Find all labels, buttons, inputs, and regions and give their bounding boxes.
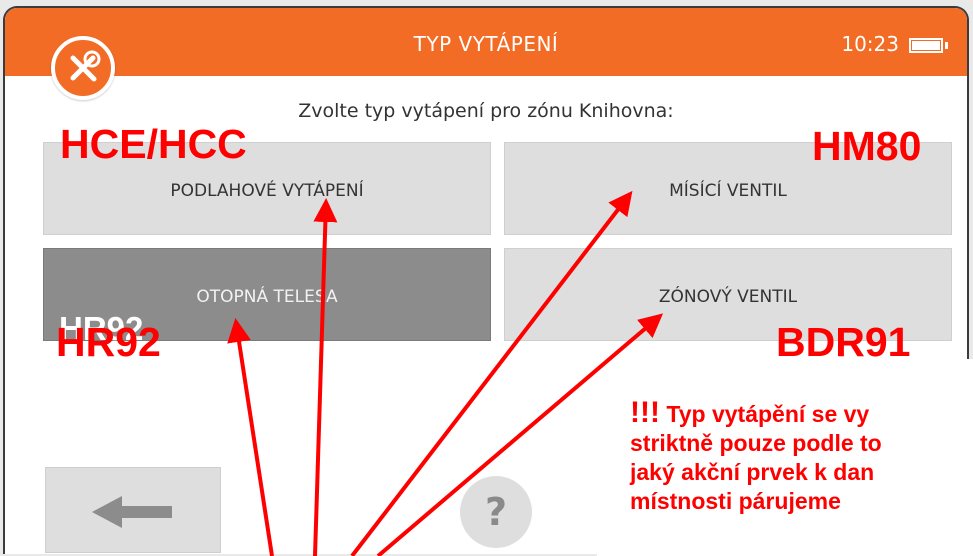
arrow-to-radiators bbox=[227, 318, 274, 556]
arrow-to-floor-heating bbox=[313, 198, 338, 556]
arrow-to-zone-valve bbox=[376, 313, 664, 556]
annotation-arrows bbox=[227, 190, 664, 556]
